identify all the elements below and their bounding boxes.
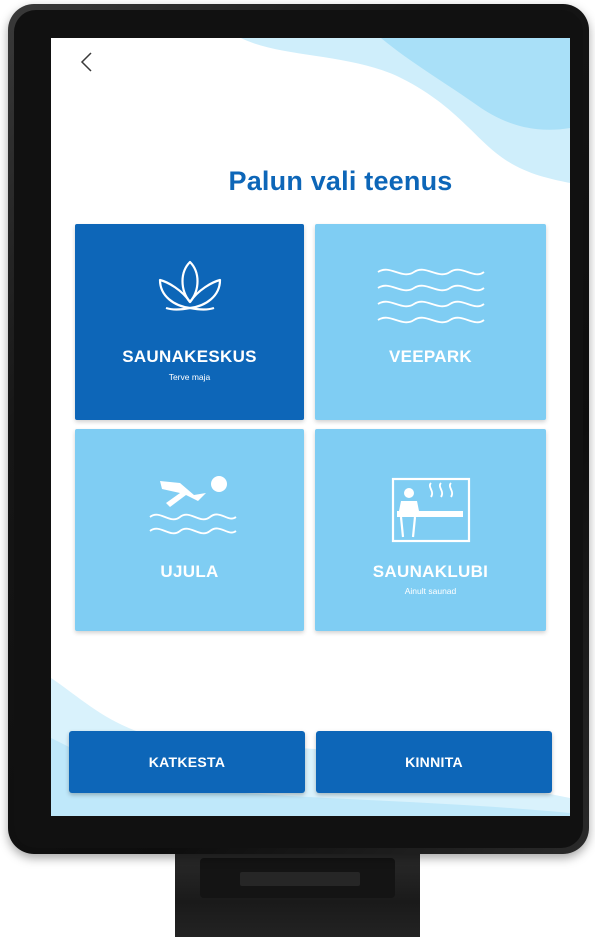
waves-icon	[377, 268, 485, 324]
service-label: SAUNAKESKUS	[122, 347, 257, 366]
page-title: Palun vali teenus	[228, 166, 453, 196]
service-tile-saunaklubi[interactable]: SAUNAKLUBI Ainult saunad	[315, 429, 546, 631]
background-waves	[51, 38, 570, 816]
confirm-button[interactable]: KINNITA	[316, 731, 552, 793]
back-button[interactable]	[71, 46, 101, 78]
service-subtitle: Terve maja	[168, 372, 211, 382]
kiosk-card-slot	[240, 872, 360, 886]
service-tile-veepark[interactable]: VEEPARK	[315, 224, 546, 420]
swimmer-icon	[148, 476, 237, 535]
service-tile-ujula[interactable]: UJULA	[75, 429, 304, 631]
service-tile-saunakeskus[interactable]: SAUNAKESKUS Terve maja	[75, 224, 304, 420]
sauna-icon	[391, 477, 470, 543]
service-label: SAUNAKLUBI	[372, 562, 489, 581]
service-label: UJULA	[160, 562, 219, 581]
cancel-button[interactable]: KATKESTA	[69, 731, 305, 793]
service-subtitle: Ainult saunad	[404, 586, 457, 596]
kiosk-screen: Palun vali teenus SAUNAKESKUS Terve maja…	[51, 38, 570, 816]
chevron-left-icon	[80, 52, 92, 72]
lotus-icon	[158, 260, 221, 311]
service-label: VEEPARK	[388, 347, 473, 366]
